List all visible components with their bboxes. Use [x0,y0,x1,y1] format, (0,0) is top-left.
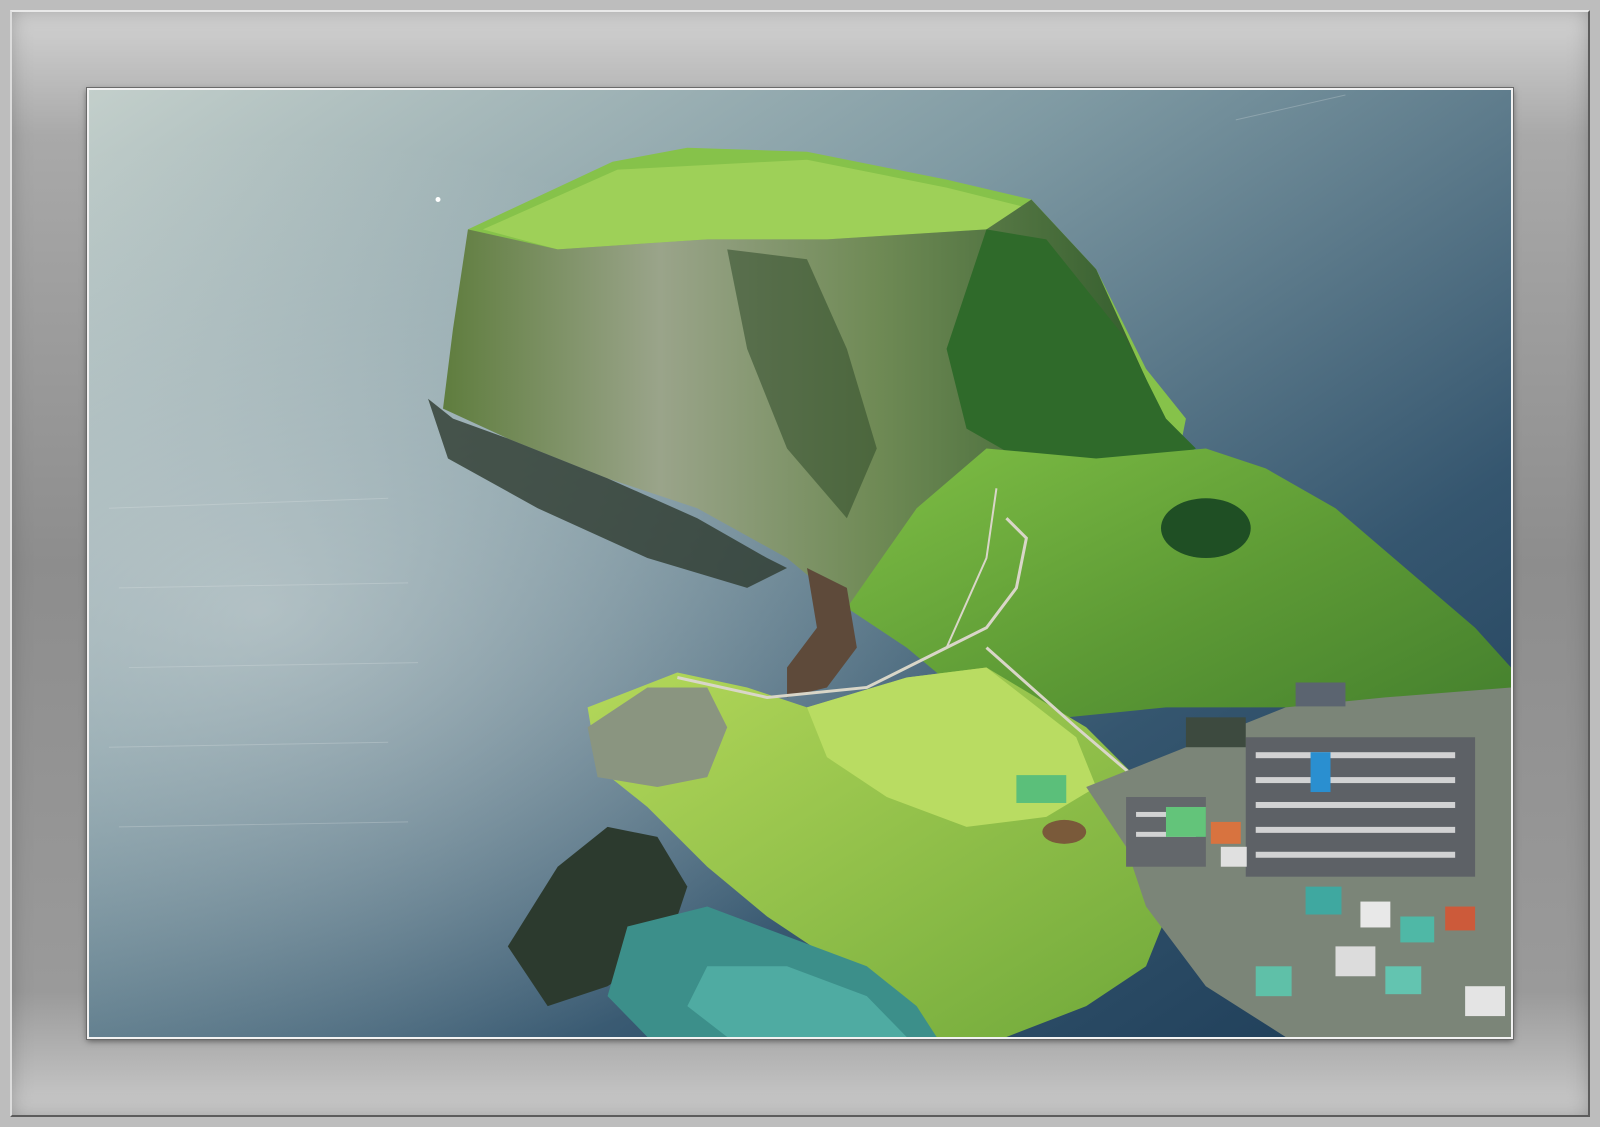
aerial-photo [89,90,1511,1037]
green-court [1016,775,1067,803]
boat [435,197,441,203]
round-structure [1042,819,1087,844]
tree-clump [1160,498,1251,559]
photo-mat [0,0,1600,1127]
photo-frame [87,88,1513,1039]
